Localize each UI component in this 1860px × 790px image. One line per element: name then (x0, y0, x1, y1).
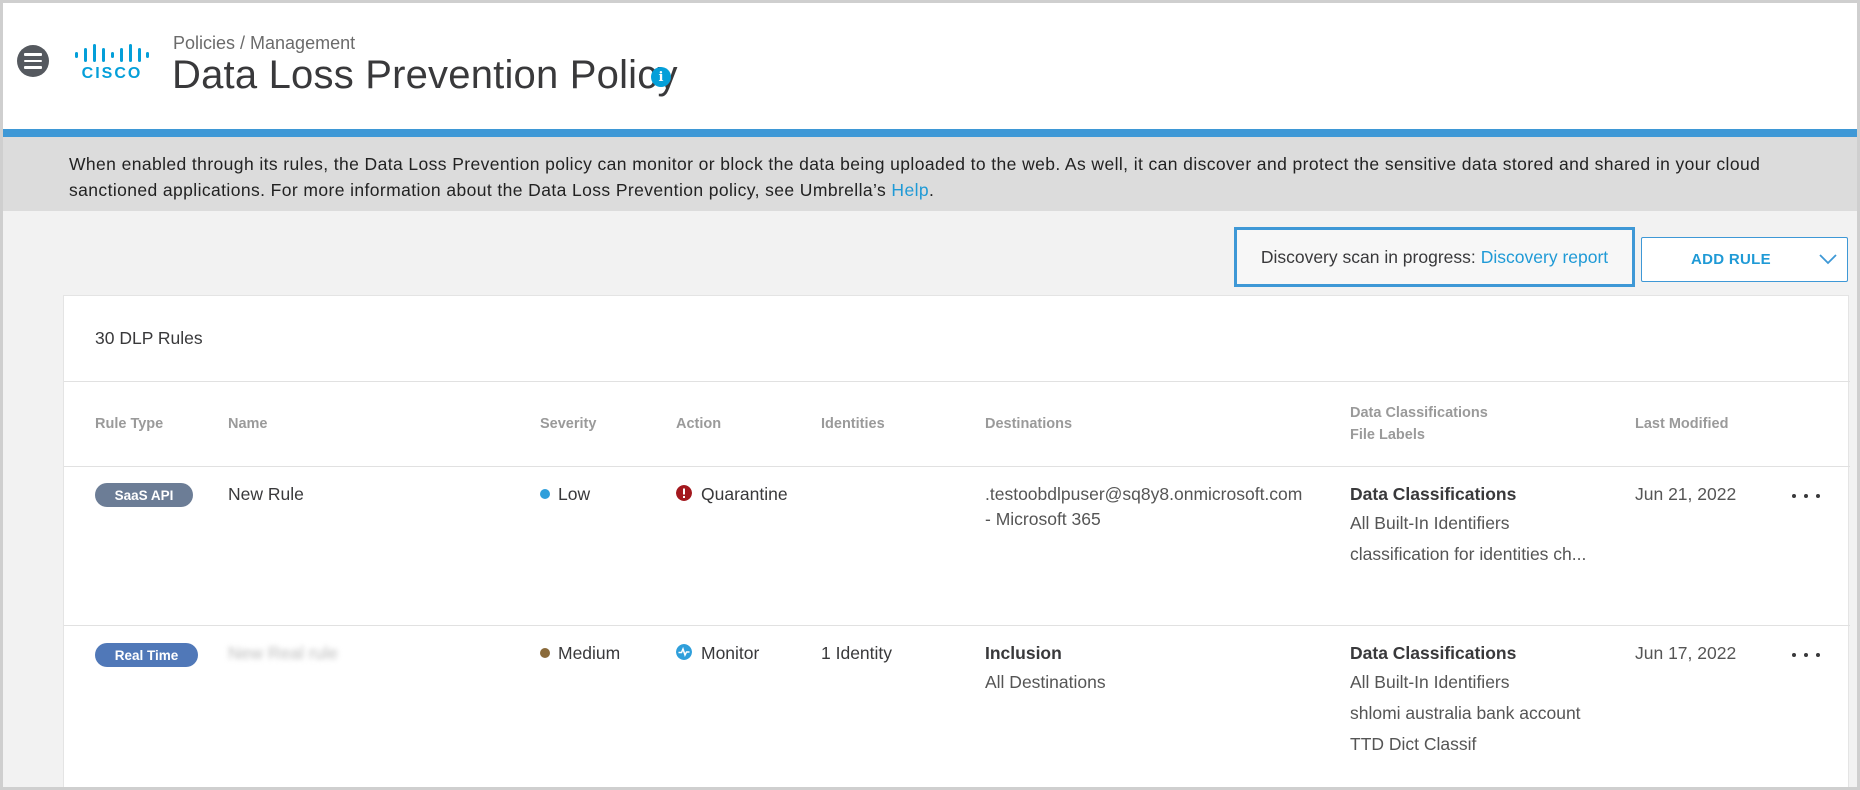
destination-line: All Destinations (985, 672, 1106, 692)
column-header-destinations[interactable]: Destinations (985, 413, 1072, 435)
column-header-file-labels[interactable]: File Labels (1350, 424, 1425, 446)
help-link[interactable]: Help (891, 180, 929, 200)
cisco-logo[interactable]: CISCO (75, 43, 149, 85)
destination-line: - Microsoft 365 (985, 509, 1101, 529)
logo-text: CISCO (81, 65, 143, 82)
data-classification-item: TTD Dict Classif (1350, 734, 1477, 754)
divider (64, 466, 1850, 467)
quarantine-icon (676, 485, 692, 501)
info-icon[interactable]: i (651, 67, 671, 87)
banner-suffix: . (929, 180, 935, 200)
divider (64, 381, 1850, 382)
severity-dot-icon (540, 489, 550, 499)
column-header-rule-type[interactable]: Rule Type (95, 413, 163, 435)
action-label: Quarantine (701, 484, 788, 504)
last-modified: Jun 17, 2022 (1635, 643, 1737, 663)
severity-cell: Low (540, 482, 590, 507)
identities-cell: 1 Identity (821, 643, 893, 663)
rule-name[interactable]: New Real rule (228, 641, 338, 666)
breadcrumb[interactable]: Policies / Management (173, 33, 355, 54)
cisco-logo-bars (75, 44, 149, 62)
data-classification-item: shlomi australia bank account (1350, 703, 1581, 723)
add-rule-label[interactable]: ADD RULE (1642, 238, 1820, 281)
destination-heading: Inclusion (985, 643, 1062, 663)
action-cell: Monitor (676, 641, 759, 666)
add-rule-button[interactable]: ADD RULE (1641, 237, 1848, 282)
severity-label: Low (558, 484, 591, 504)
app-window: CISCO Policies / Management Data Loss Pr… (0, 0, 1860, 790)
page-title: Data Loss Prevention Policy (172, 53, 678, 97)
rules-table-panel: 30 DLP Rules Rule Type Name Severity Act… (63, 295, 1850, 787)
monitor-icon (676, 644, 692, 660)
rule-name[interactable]: New Rule (228, 482, 304, 507)
column-header-identities[interactable]: Identities (821, 413, 885, 435)
info-banner: When enabled through its rules, the Data… (3, 137, 1857, 211)
rule-count: 30 DLP Rules (95, 328, 203, 348)
last-modified: Jun 21, 2022 (1635, 484, 1737, 504)
discovery-report-link[interactable]: Discovery report (1481, 247, 1608, 268)
rule-type-badge: Real Time (95, 643, 198, 667)
hamburger-menu-icon[interactable] (17, 45, 49, 77)
discovery-label: Discovery scan in progress: (1260, 246, 1476, 267)
destination-line: .testoobdlpuser@sq8y8.onmicrosoft.com (985, 484, 1303, 504)
column-header-action[interactable]: Action (676, 413, 721, 435)
page-header: CISCO Policies / Management Data Loss Pr… (3, 3, 1857, 129)
rule-type-badge: SaaS API (95, 483, 193, 507)
action-cell: Quarantine (676, 482, 788, 507)
divider (64, 625, 1850, 626)
more-options-icon[interactable] (1792, 489, 1820, 503)
data-classification-item: classification for identities ch... (1350, 544, 1587, 564)
chevron-down-icon[interactable] (1817, 248, 1839, 270)
severity-label: Medium (558, 643, 621, 663)
severity-dot-icon (540, 648, 550, 658)
column-header-data-classifications[interactable]: Data Classifications (1350, 402, 1488, 424)
column-header-severity[interactable]: Severity (540, 413, 596, 435)
header-accent-bar (3, 129, 1857, 137)
data-classifications-heading: Data Classifications (1350, 484, 1517, 504)
more-options-icon[interactable] (1792, 648, 1820, 662)
discovery-status: Discovery scan in progress: Discovery re… (1234, 227, 1635, 287)
action-label: Monitor (701, 643, 760, 663)
column-header-last-modified[interactable]: Last Modified (1635, 413, 1728, 435)
column-header-name[interactable]: Name (228, 413, 268, 435)
severity-cell: Medium (540, 641, 620, 666)
data-classification-item: All Built-In Identifiers (1350, 513, 1510, 533)
data-classification-item: All Built-In Identifiers (1350, 672, 1510, 692)
data-classifications-heading: Data Classifications (1350, 643, 1517, 663)
